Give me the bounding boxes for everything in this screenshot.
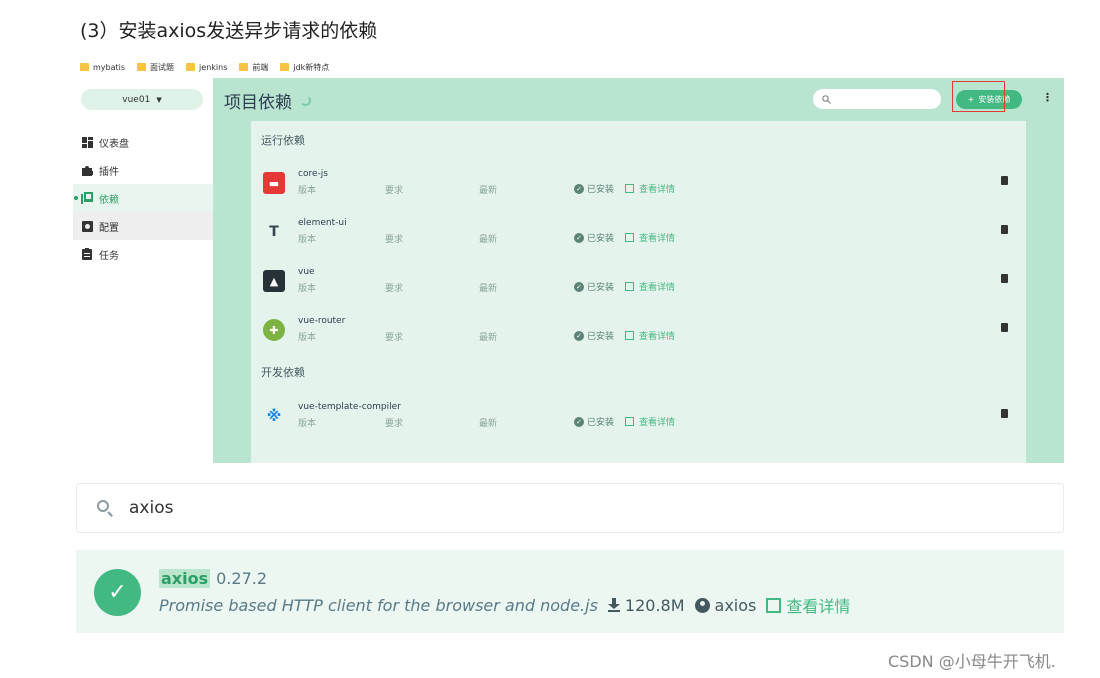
page-heading: (3）安装axios发送异步请求的依赖 — [80, 20, 378, 42]
external-link-icon — [766, 597, 782, 613]
downloads-count: 120.8M — [607, 596, 685, 615]
package-author: axios — [694, 596, 756, 615]
caret-down-icon: ▼ — [156, 95, 162, 104]
active-indicator — [74, 196, 78, 200]
bookmark-item[interactable]: jenkins — [186, 63, 227, 72]
installed-status: ✓ 已安装 — [574, 182, 614, 195]
trash-icon[interactable] — [1001, 274, 1008, 283]
vue-router-logo-icon: ✚ — [263, 319, 285, 341]
check-circle-icon: ✓ — [574, 330, 584, 341]
check-circle-icon: ✓ — [574, 281, 584, 292]
package-name: axios — [159, 569, 211, 588]
package-search-input[interactable]: axios — [76, 483, 1064, 533]
folder-icon — [239, 63, 249, 71]
sidebar-item-tasks[interactable]: 任务 — [73, 240, 213, 268]
view-details-link[interactable]: 查看详情 — [766, 593, 850, 617]
sidebar-item-config[interactable]: 配置 — [73, 212, 213, 240]
dev-deps-title: 开发依赖 — [261, 366, 305, 379]
sidebar-item-plugins[interactable]: 插件 — [73, 156, 213, 184]
folder-icon — [186, 63, 196, 71]
sidebar-nav: 仪表盘 插件 依赖 配置 任务 — [73, 128, 213, 268]
dependency-search-input[interactable] — [813, 89, 941, 109]
installed-status: ✓ 已安装 — [574, 329, 614, 342]
package-header: axios 0.27.2 — [159, 569, 267, 588]
search-icon — [97, 499, 114, 517]
package-description: Promise based HTTP client for the browse… — [159, 595, 598, 615]
runtime-deps-title: 运行依赖 — [261, 134, 305, 147]
installed-status: ✓ 已安装 — [574, 231, 614, 244]
external-link-icon — [625, 282, 634, 291]
vue-ui-app: vue01 ▼ 仪表盘 插件 依赖 配置 任务 项目依赖 + 安装依赖 ⋮ 运行… — [73, 78, 1064, 463]
package-info: Promise based HTTP client for the browse… — [159, 593, 850, 617]
dashboard-icon — [81, 136, 93, 148]
dependencies-view: 项目依赖 + 安装依赖 ⋮ 运行依赖 ▬ core-js 版本 要求 最新 ✓ 已… — [213, 78, 1064, 463]
puzzle-icon — [81, 164, 93, 176]
check-circle-icon: ✓ — [574, 232, 584, 243]
search-result-item[interactable]: ✓ axios 0.27.2 Promise based HTTP client… — [76, 550, 1064, 633]
package-version: 0.27.2 — [216, 569, 268, 588]
installed-status: ✓ 已安装 — [574, 280, 614, 293]
external-link-icon — [625, 184, 634, 193]
view-details-link[interactable]: 查看详情 — [625, 329, 675, 342]
view-details-link[interactable]: 查看详情 — [625, 415, 675, 428]
bookmark-item[interactable]: 面试题 — [137, 62, 174, 73]
check-icon: ✓ — [94, 569, 141, 616]
sidebar: vue01 ▼ 仪表盘 插件 依赖 配置 任务 — [73, 78, 213, 463]
core-js-logo-icon: ▬ — [263, 172, 285, 194]
bookmark-item[interactable]: jdk新特点 — [280, 62, 329, 73]
highlight-box — [952, 81, 1005, 112]
user-icon — [694, 597, 710, 613]
dependency-row: ▲ vue 版本 要求 最新 ✓ 已安装 查看详情 — [251, 262, 1026, 302]
check-circle-icon: ✓ — [574, 183, 584, 194]
external-link-icon — [625, 233, 634, 242]
page-title: 项目依赖 — [224, 88, 311, 113]
trash-icon[interactable] — [1001, 225, 1008, 234]
check-circle-icon: ✓ — [574, 416, 584, 427]
more-menu-icon[interactable]: ⋮ — [1042, 91, 1053, 104]
clipboard-icon — [81, 248, 93, 260]
search-icon — [822, 94, 831, 104]
external-link-icon — [625, 331, 634, 340]
download-icon — [607, 598, 620, 612]
folder-icon — [137, 63, 147, 71]
bookmark-item[interactable]: mybatis — [80, 63, 125, 72]
element-ui-logo-icon: T — [269, 224, 279, 240]
bookmarks-bar: mybatis 面试题 jenkins 前端 jdk新特点 — [80, 60, 329, 74]
watermark: CSDN @小母牛开飞机. — [888, 652, 1056, 671]
installed-status: ✓ 已安装 — [574, 415, 614, 428]
external-link-icon — [625, 417, 634, 426]
dependency-row: ※ vue-template-compiler 版本 要求 最新 ✓ 已安装 查看… — [251, 397, 1026, 437]
dependency-row: ▬ core-js 版本 要求 最新 ✓ 已安装 查看详情 — [251, 164, 1026, 204]
settings-icon — [81, 220, 93, 232]
dependency-list-panel: 运行依赖 ▬ core-js 版本 要求 最新 ✓ 已安装 查看详情 T elem… — [251, 121, 1026, 463]
folder-icon — [80, 63, 89, 71]
vue-template-compiler-logo-icon: ※ — [266, 407, 282, 425]
sidebar-item-dashboard[interactable]: 仪表盘 — [73, 128, 213, 156]
sidebar-item-dependencies[interactable]: 依赖 — [73, 184, 213, 212]
library-icon — [81, 192, 93, 204]
view-details-link[interactable]: 查看详情 — [625, 182, 675, 195]
view-details-link[interactable]: 查看详情 — [625, 231, 675, 244]
bookmark-item[interactable]: 前端 — [239, 62, 268, 73]
dependency-row: ✚ vue-router 版本 要求 最新 ✓ 已安装 查看详情 — [251, 311, 1026, 351]
dependency-row: T element-ui 版本 要求 最新 ✓ 已安装 查看详情 — [251, 213, 1026, 253]
view-details-link[interactable]: 查看详情 — [625, 280, 675, 293]
vue-logo-icon: ▲ — [263, 270, 285, 292]
loading-spinner-icon — [300, 95, 311, 106]
trash-icon[interactable] — [1001, 323, 1008, 332]
trash-icon[interactable] — [1001, 409, 1008, 418]
trash-icon[interactable] — [1001, 176, 1008, 185]
project-selector[interactable]: vue01 ▼ — [81, 89, 203, 110]
folder-icon — [280, 63, 290, 71]
